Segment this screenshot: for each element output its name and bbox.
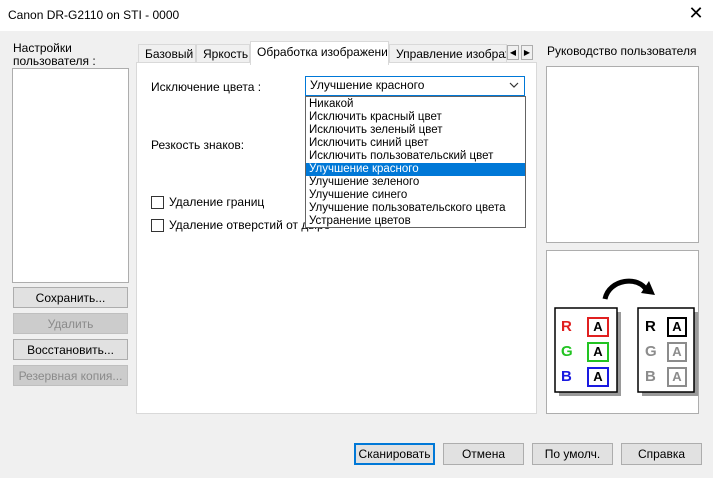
dropdown-option[interactable]: Никакой xyxy=(306,98,525,111)
dropdown-option[interactable]: Исключить зеленый цвет xyxy=(306,124,525,137)
left-b-box: A xyxy=(587,367,609,387)
user-settings-label: Настройки пользователя : xyxy=(13,41,96,68)
user-guide-box xyxy=(546,66,699,243)
help-button[interactable]: Справка xyxy=(621,443,702,465)
color-dropout-select[interactable]: Улучшение красного xyxy=(305,76,525,96)
right-g-box: A xyxy=(667,342,687,362)
border-removal-label: Удаление границ xyxy=(169,195,265,209)
border-removal-checkbox[interactable] xyxy=(151,196,164,209)
color-dropout-value: Улучшение красного xyxy=(310,78,425,92)
dropdown-option[interactable]: Улучшение синего xyxy=(306,189,525,202)
tab-image-processing[interactable]: Обработка изображения xyxy=(250,41,389,65)
right-b-box: A xyxy=(667,367,687,387)
left-g-letter: G xyxy=(561,343,573,360)
defaults-button[interactable]: По умолч. xyxy=(532,443,613,465)
sharpness-label: Резкость знаков: xyxy=(151,138,245,152)
tab-scroll-right-icon[interactable]: ▶ xyxy=(521,45,533,60)
window-title: Canon DR-G2110 on STI - 0000 xyxy=(8,8,180,22)
right-g-letter: G xyxy=(645,343,657,360)
dropdown-option[interactable]: Улучшение пользовательского цвета xyxy=(306,202,525,215)
illustration-overlay: R A G A B A R A G A B A xyxy=(547,251,698,413)
dropdown-option[interactable]: Исключить синий цвет xyxy=(306,137,525,150)
punch-hole-removal-checkbox[interactable] xyxy=(151,219,164,232)
user-guide-label: Руководство пользователя xyxy=(547,44,697,58)
dropdown-option[interactable]: Улучшение зеленого xyxy=(306,176,525,189)
cancel-button[interactable]: Отмена xyxy=(443,443,524,465)
right-r-box: A xyxy=(667,317,687,337)
left-b-letter: B xyxy=(561,368,572,385)
tab-scroll-left-icon[interactable]: ◀ xyxy=(507,45,519,60)
close-icon[interactable]: ✕ xyxy=(686,4,706,24)
left-r-letter: R xyxy=(561,318,572,335)
left-g-box: A xyxy=(587,342,609,362)
tab-basic[interactable]: Базовый xyxy=(138,44,196,63)
user-settings-list[interactable] xyxy=(12,68,129,283)
color-dropout-dropdown[interactable]: Никакой Исключить красный цвет Исключить… xyxy=(305,96,526,228)
left-r-box: A xyxy=(587,317,609,337)
save-button[interactable]: Сохранить... xyxy=(13,287,128,308)
color-dropout-label: Исключение цвета : xyxy=(151,80,262,94)
dropdown-option-selected[interactable]: Улучшение красного xyxy=(306,163,525,176)
preview-illustration: R A G A B A R A G A B A xyxy=(546,250,704,414)
tab-brightness[interactable]: Яркость xyxy=(196,44,250,63)
scan-button[interactable]: Сканировать xyxy=(354,443,435,465)
tab-image-control[interactable]: Управление изображ xyxy=(389,44,507,63)
backup-button[interactable]: Резервная копия... xyxy=(13,365,128,386)
right-b-letter: B xyxy=(645,368,656,385)
delete-button[interactable]: Удалить xyxy=(13,313,128,334)
right-r-letter: R xyxy=(645,318,656,335)
dropdown-option[interactable]: Устранение цветов xyxy=(306,215,525,228)
dropdown-option[interactable]: Исключить пользовательский цвет xyxy=(306,150,525,163)
dropdown-option[interactable]: Исключить красный цвет xyxy=(306,111,525,124)
restore-button[interactable]: Восстановить... xyxy=(13,339,128,360)
